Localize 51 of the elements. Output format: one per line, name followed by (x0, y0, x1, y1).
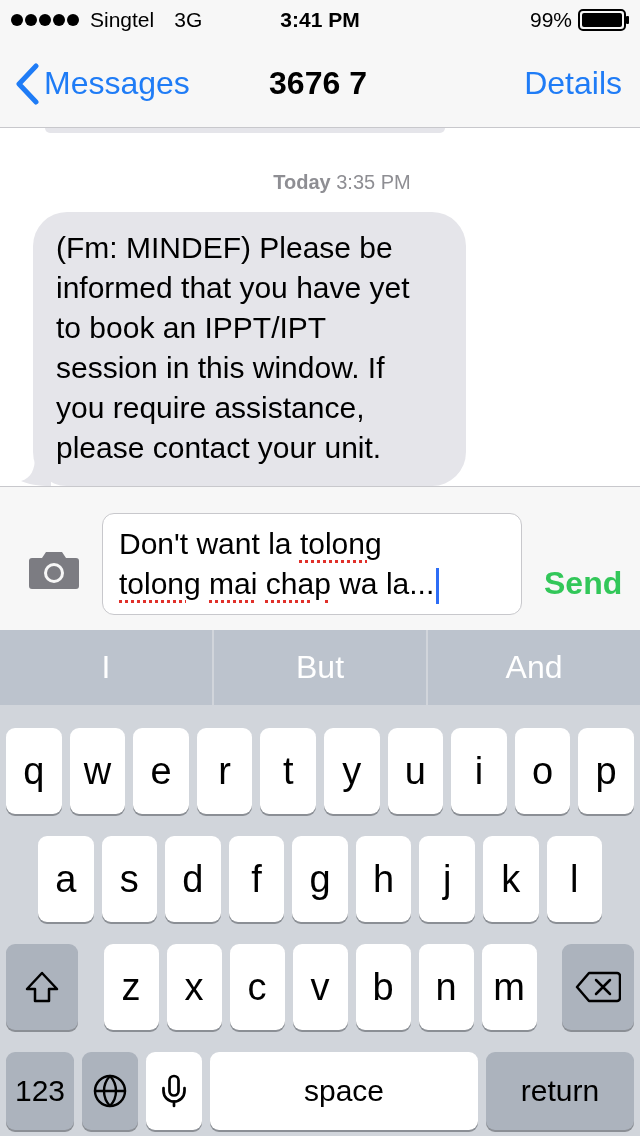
letter-key[interactable]: j (419, 836, 475, 922)
numbers-key[interactable]: 123 (6, 1052, 74, 1130)
globe-icon (92, 1073, 128, 1109)
letter-key[interactable]: v (292, 944, 348, 1030)
clock: 3:41 PM (280, 8, 360, 32)
letter-key[interactable]: m (481, 944, 537, 1030)
microphone-key[interactable] (146, 1052, 202, 1130)
letter-key[interactable]: g (292, 836, 348, 922)
letter-key[interactable]: x (166, 944, 222, 1030)
letter-key[interactable]: l (546, 836, 603, 922)
letter-key[interactable]: a (38, 836, 94, 922)
letter-key[interactable]: w (69, 728, 126, 814)
letter-key[interactable]: h (355, 836, 412, 922)
camera-icon[interactable] (28, 550, 80, 590)
delete-key[interactable] (562, 944, 634, 1030)
letter-key[interactable]: s (101, 836, 158, 922)
letter-key[interactable]: n (418, 944, 474, 1030)
message-field[interactable]: Don't want la tolong tolong mai chap wa la... (102, 512, 522, 615)
letter-key[interactable]: b (355, 944, 411, 1030)
letter-key[interactable]: k (482, 836, 539, 922)
letter-key[interactable]: i (451, 728, 507, 814)
conversation-title: 3676 7 (269, 65, 367, 102)
letter-key[interactable]: u (387, 728, 444, 814)
backspace-icon (575, 971, 621, 1003)
letter-key[interactable]: o (514, 728, 571, 814)
letter-key[interactable]: r (196, 728, 253, 814)
timestamp: Today 3:35 PM (273, 171, 411, 194)
letter-key[interactable]: z (103, 944, 159, 1030)
letter-key[interactable]: f (228, 836, 285, 922)
carrier-name: Singtel (90, 8, 155, 32)
space-key[interactable]: space (210, 1052, 478, 1130)
letter-key[interactable]: e (133, 728, 189, 814)
back-button[interactable]: Messages (14, 62, 270, 105)
letter-key[interactable]: t (260, 728, 316, 814)
globe-key[interactable] (82, 1052, 138, 1130)
chevron-left-icon (14, 62, 40, 105)
battery-icon (578, 9, 630, 31)
details-link[interactable]: Details (524, 65, 622, 102)
letter-key[interactable]: q (6, 728, 62, 814)
shift-icon (24, 970, 60, 1004)
letter-key[interactable]: c (229, 944, 285, 1030)
battery-percent: 99% (529, 8, 572, 32)
signal-icon (10, 13, 82, 27)
shift-key[interactable] (6, 944, 78, 1030)
letter-key[interactable]: p (578, 728, 634, 814)
return-key[interactable]: return (486, 1052, 634, 1130)
letter-key[interactable]: y (323, 728, 380, 814)
message-bubble: (Fm: MINDEF) Please be informed that you have yet to book an IPPT/IPT session in this window. If you require assistance, please contact your unit. (21, 212, 466, 486)
network-type: 3G (174, 8, 203, 32)
text-cursor (436, 568, 440, 604)
letter-key[interactable]: d (165, 836, 221, 922)
